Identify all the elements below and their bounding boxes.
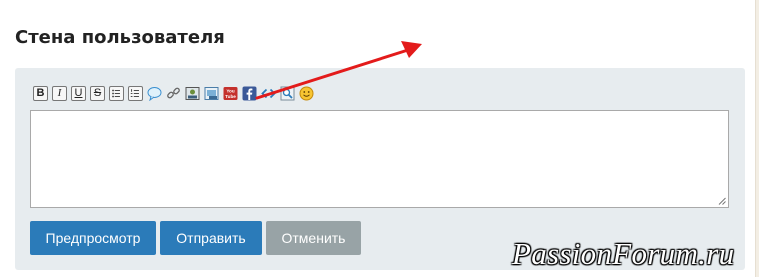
bold-button[interactable]: B (33, 85, 48, 101)
gallery-icon (204, 86, 219, 100)
editor-toolbar: B I U S You Tube (33, 84, 314, 102)
preview-button[interactable]: Предпросмотр (30, 221, 156, 255)
underline-button[interactable]: U (71, 85, 86, 101)
image-button[interactable] (185, 86, 200, 101)
smiley-icon (299, 86, 314, 100)
facebook-button[interactable] (242, 86, 257, 101)
strikethrough-button[interactable]: S (90, 85, 105, 101)
italic-button[interactable]: I (52, 85, 67, 101)
spoiler-button[interactable] (280, 86, 295, 101)
smiley-button[interactable] (299, 86, 314, 101)
cancel-button[interactable]: Отменить (266, 221, 361, 255)
numbered-list-icon (130, 88, 139, 97)
gallery-image-button[interactable] (204, 86, 219, 101)
numbered-list-button[interactable] (128, 85, 143, 101)
svg-text:Tube: Tube (225, 93, 236, 98)
bulleted-list-icon (112, 89, 120, 97)
code-button[interactable] (261, 86, 276, 101)
message-textarea[interactable] (30, 110, 729, 208)
bulleted-list-button[interactable] (109, 85, 124, 101)
link-button[interactable] (166, 86, 181, 101)
youtube-button[interactable]: You Tube (223, 86, 238, 101)
youtube-icon: You Tube (223, 86, 238, 100)
submit-button[interactable]: Отправить (160, 221, 262, 255)
link-icon (167, 87, 180, 98)
svg-text:You: You (226, 88, 235, 93)
page-title: Стена пользователя (15, 27, 225, 48)
code-icon (261, 88, 276, 98)
image-icon (185, 86, 200, 100)
quote-button[interactable] (147, 86, 162, 101)
facebook-icon (242, 86, 257, 100)
watermark: PassionForum.ru (512, 236, 735, 271)
speech-bubble-icon (147, 86, 162, 101)
resize-grip-icon[interactable] (718, 197, 726, 205)
magnifier-icon (280, 86, 295, 100)
form-buttons: Предпросмотр Отправить Отменить (30, 221, 361, 255)
